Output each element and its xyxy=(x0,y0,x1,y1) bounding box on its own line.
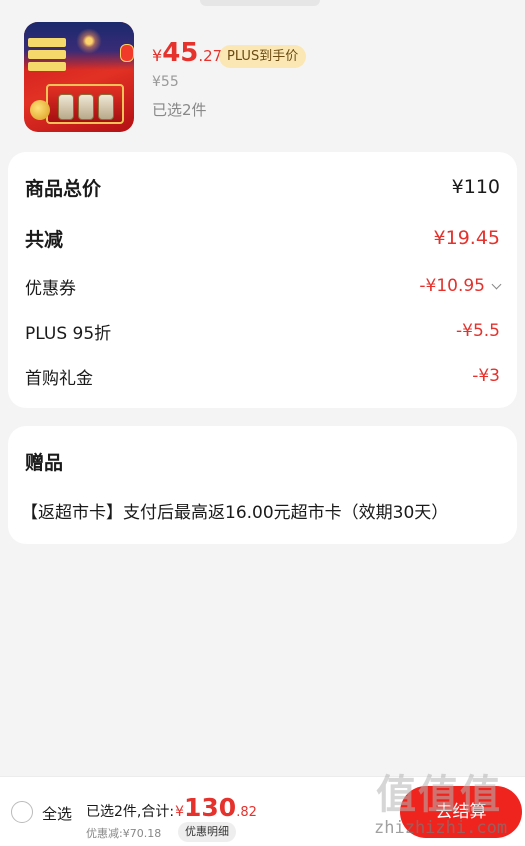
thumb-firework xyxy=(74,26,104,56)
thumb-gold-coin xyxy=(30,100,50,120)
thumb-badge xyxy=(28,38,66,47)
thumb-can xyxy=(98,94,114,120)
selected-count: 已选2件 xyxy=(152,101,207,119)
coupon-value-wrap: -¥10.95 xyxy=(419,276,502,296)
coupon-label: 优惠券 xyxy=(25,278,76,299)
total-reduce-label: 共减 xyxy=(25,228,64,251)
sum-currency: ¥ xyxy=(175,804,184,820)
discount-detail-button[interactable]: 优惠明细 xyxy=(178,822,236,842)
coupon-row[interactable]: 优惠券 -¥10.95 xyxy=(25,271,502,301)
total-reduce-value: ¥19.45 xyxy=(433,227,500,249)
thumb-badge xyxy=(28,62,66,71)
chevron-down-icon[interactable] xyxy=(491,279,502,290)
plus-discount-row: PLUS 95折 -¥5.5 xyxy=(25,316,500,346)
thumb-badges xyxy=(28,38,66,74)
original-price: ¥55 xyxy=(152,74,179,90)
plus-discount-value: -¥5.5 xyxy=(456,321,500,341)
total-sum: 已选2件,合计: ¥ 130 .82 xyxy=(86,793,257,822)
first-purchase-row: 首购礼金 -¥3 xyxy=(25,361,500,391)
thumb-can xyxy=(78,94,94,120)
product-header: ¥ 45 .27 PLUS到手价 ¥55 已选2件 xyxy=(0,0,525,150)
discount-amount: 优惠减:¥70.18 xyxy=(86,827,162,840)
coupon-value: -¥10.95 xyxy=(419,276,485,296)
total-price-row: 商品总价 ¥110 xyxy=(25,172,500,202)
checkout-button[interactable]: 去结算 xyxy=(400,786,522,838)
plus-discount-label: PLUS 95折 xyxy=(25,323,112,344)
sum-integer: 130 xyxy=(184,793,237,822)
thumb-badge xyxy=(28,50,66,59)
gift-description: 【返超市卡】支付后最高返16.00元超市卡（效期30天） xyxy=(21,503,449,523)
total-price-value: ¥110 xyxy=(451,176,500,198)
price-currency: ¥ xyxy=(152,46,163,65)
select-all-label[interactable]: 全选 xyxy=(42,803,72,824)
first-purchase-label: 首购礼金 xyxy=(25,368,93,389)
thumb-can xyxy=(58,94,74,120)
price-summary-card: 商品总价 ¥110 共减 ¥19.45 优惠券 -¥10.95 PLUS 95折… xyxy=(8,152,517,408)
total-reduce-row: 共减 ¥19.45 xyxy=(25,223,500,253)
thumb-lantern xyxy=(120,44,134,62)
gift-card: 赠品 【返超市卡】支付后最高返16.00元超市卡（效期30天） xyxy=(8,426,517,544)
select-all-radio[interactable] xyxy=(11,801,33,823)
first-purchase-value: -¥3 xyxy=(472,366,500,386)
price-integer: 45 xyxy=(162,38,199,68)
gift-title: 赠品 xyxy=(25,452,64,474)
sum-label: 已选2件,合计: xyxy=(86,804,175,820)
total-price-label: 商品总价 xyxy=(25,177,102,200)
sum-decimal: .82 xyxy=(236,805,257,820)
product-thumbnail[interactable] xyxy=(24,22,134,132)
sheet-handle xyxy=(200,0,320,6)
plus-price-tag: PLUS到手价 xyxy=(219,45,307,68)
